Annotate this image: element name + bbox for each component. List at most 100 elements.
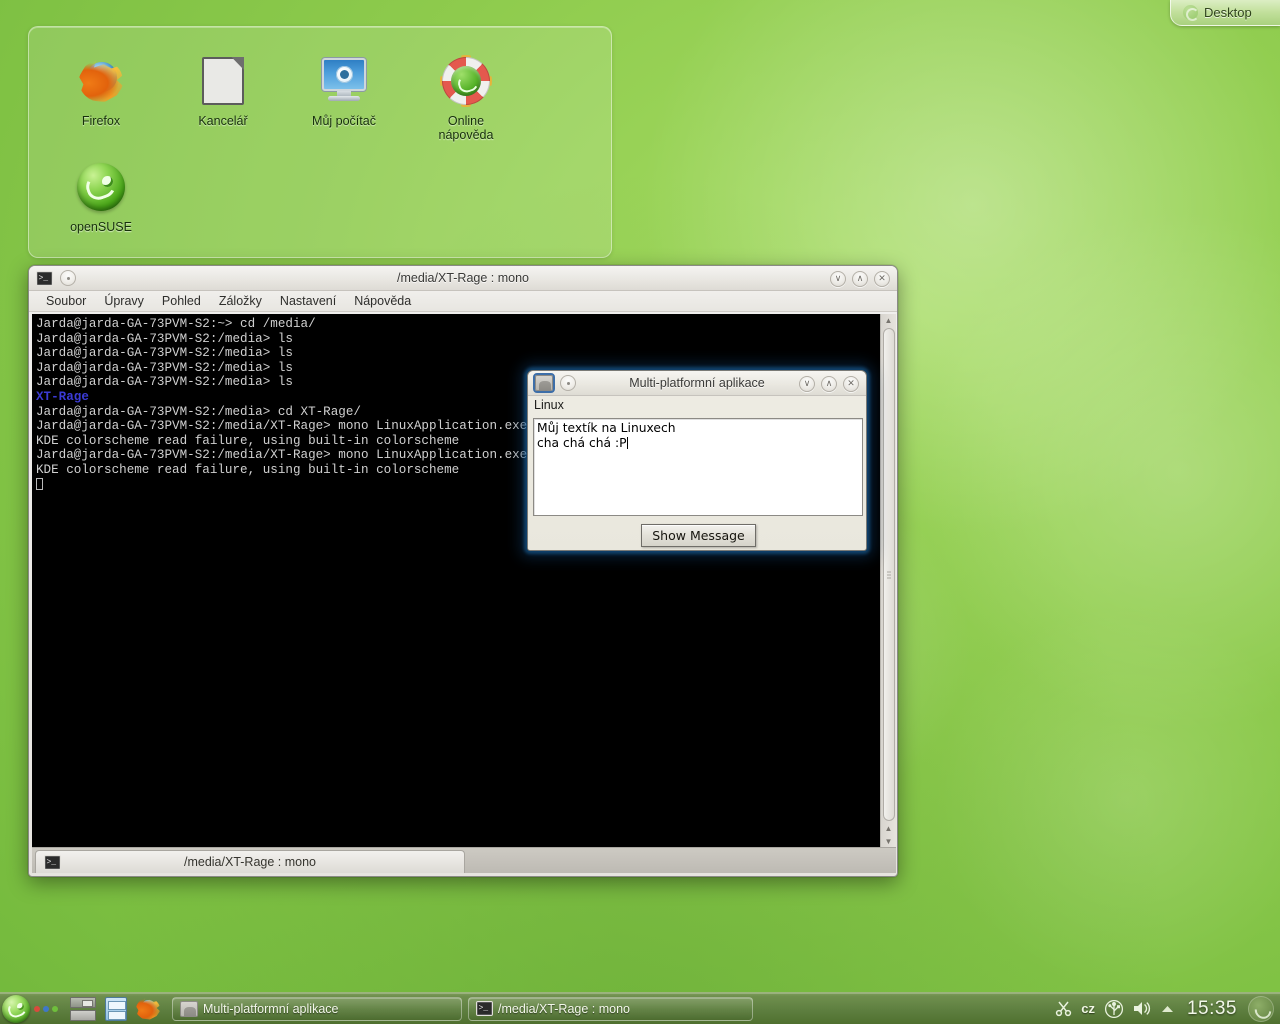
terminal-line: XT-Rage <box>36 389 89 404</box>
taskbar-panel[interactable]: Multi-platformní aplikace /media/XT-Rage… <box>0 992 1280 1024</box>
konsole-titlebar[interactable]: /media/XT-Rage : mono ∨ ∧ ✕ <box>29 266 897 291</box>
close-button[interactable]: ✕ <box>874 270 890 287</box>
desktop-icon-label: openSUSE <box>70 220 132 234</box>
konsole-icon[interactable] <box>36 270 53 286</box>
desktop-toolbox[interactable]: Desktop <box>1170 0 1280 26</box>
terminal-line: Jarda@jarda-GA-73PVM-S2:/media> cd XT-Ra… <box>36 404 361 419</box>
minimize-button[interactable]: ∨ <box>830 270 846 287</box>
activity-dot-red <box>34 1005 40 1012</box>
terminal-cursor <box>36 477 43 490</box>
online-help-icon <box>412 55 520 107</box>
terminal-line: Jarda@jarda-GA-73PVM-S2:/media/XT-Rage> … <box>36 419 528 434</box>
lock-session-icon[interactable] <box>1248 995 1274 1022</box>
volume-icon[interactable] <box>1133 1000 1152 1017</box>
textarea-line-1: Můj textík na Linuxech <box>537 421 676 435</box>
maximize-button[interactable]: ∧ <box>852 270 868 287</box>
konsole-icon <box>476 1001 493 1016</box>
sticky-dot-icon[interactable] <box>60 270 76 286</box>
desktop-icon-firefox[interactable]: Firefox <box>47 55 155 128</box>
chevron-up-icon: ∧ <box>825 378 833 388</box>
konsole-menubar[interactable]: Soubor Úpravy Pohled Záložky Nastavení N… <box>29 291 897 312</box>
tray-expand-arrow-icon[interactable] <box>1161 1004 1174 1014</box>
menu-item-napoveda[interactable]: Nápověda <box>345 292 420 310</box>
chevron-down-icon: ∨ <box>803 378 811 388</box>
terminal-line: Jarda@jarda-GA-73PVM-S2:/media/XT-Rage> … <box>36 448 528 463</box>
cashew-icon <box>1183 5 1199 21</box>
opensuse-gecko-icon <box>47 161 155 213</box>
activity-dot-green <box>52 1005 58 1012</box>
klipper-scissors-icon[interactable] <box>1055 1000 1072 1017</box>
desktop-background[interactable]: Desktop Firefox Kancelář Můj počítač Onl… <box>0 0 1280 1024</box>
pager-desktop-1[interactable] <box>70 996 96 1008</box>
digital-clock[interactable]: 15:35 <box>1183 998 1239 1020</box>
scroll-up-arrow-icon[interactable]: ▲ <box>881 314 897 327</box>
terminal-line: Jarda@jarda-GA-73PVM-S2:/media> ls <box>36 346 293 361</box>
text-caret <box>626 436 628 449</box>
terminal-line: Jarda@jarda-GA-73PVM-S2:/media> ls <box>36 360 293 375</box>
konsole-tab[interactable]: /media/XT-Rage : mono <box>35 850 465 873</box>
chevron-down-icon: ∨ <box>834 273 842 283</box>
message-textarea[interactable]: Můj textík na Linuxech cha chá chá :P <box>533 418 863 516</box>
menu-item-pohled[interactable]: Pohled <box>153 292 210 310</box>
konsole-title: /media/XT-Rage : mono <box>396 271 529 285</box>
desktop-toolbox-label: Desktop <box>1204 5 1252 20</box>
dolphin-icon <box>105 996 127 1021</box>
konsole-tab-label: /media/XT-Rage : mono <box>183 855 316 869</box>
desktop-icon-opensuse[interactable]: openSUSE <box>47 161 155 234</box>
desktop-icon-label-line1: Online <box>447 114 485 128</box>
keyboard-layout-indicator[interactable]: cz <box>1081 1001 1095 1016</box>
opensuse-kickoff-icon <box>2 994 30 1023</box>
mono-application-window[interactable]: Multi-platformní aplikace ∨ ∧ ✕ Linux Mů… <box>527 370 867 551</box>
scroll-up-arrow-icon-bottom[interactable]: ▲ <box>881 822 897 835</box>
maximize-button[interactable]: ∧ <box>821 375 837 392</box>
menu-item-soubor[interactable]: Soubor <box>37 292 95 310</box>
file-manager-launcher[interactable] <box>102 995 130 1023</box>
desktop-icon-kancelar[interactable]: Kancelář <box>169 55 277 128</box>
menu-item-zalozky[interactable]: Záložky <box>210 292 271 310</box>
terminal-scrollbar[interactable]: ▲ ▲ ▼ <box>880 314 896 848</box>
office-document-icon <box>169 55 277 107</box>
minimize-button[interactable]: ∨ <box>799 375 815 392</box>
firefox-launcher[interactable] <box>134 995 162 1023</box>
firefox-icon <box>136 997 160 1021</box>
desktop-icon-label: Kancelář <box>198 114 248 128</box>
pager-desktop-2[interactable] <box>70 1009 96 1021</box>
mono-app-icon[interactable] <box>533 373 555 393</box>
terminal-line: Jarda@jarda-GA-73PVM-S2:/media> ls <box>36 375 293 390</box>
close-button[interactable]: ✕ <box>843 375 859 392</box>
show-message-button[interactable]: Show Message <box>641 524 756 547</box>
konsole-tabbar[interactable]: /media/XT-Rage : mono <box>32 847 896 873</box>
activity-dot-blue <box>43 1005 49 1012</box>
menu-item-upravy[interactable]: Úpravy <box>95 292 153 310</box>
konsole-window[interactable]: /media/XT-Rage : mono ∨ ∧ ✕ Soubor Úprav… <box>28 265 898 877</box>
taskbar-button-mono-app[interactable]: Multi-platformní aplikace <box>172 996 462 1021</box>
close-icon: ✕ <box>847 378 855 388</box>
sticky-dot-icon[interactable] <box>560 375 576 391</box>
textarea-line-2: cha chá chá :P <box>537 435 627 450</box>
taskbar-button-konsole[interactable]: /media/XT-Rage : mono <box>468 996 753 1021</box>
my-computer-icon <box>290 55 398 107</box>
desktop-folder-view[interactable]: Firefox Kancelář Můj počítač Online nápo… <box>28 26 612 258</box>
chevron-up-icon: ∧ <box>856 273 864 283</box>
terminal-line: Jarda@jarda-GA-73PVM-S2:~> cd /media/ <box>36 317 316 331</box>
scrollbar-thumb[interactable] <box>882 328 895 821</box>
close-icon: ✕ <box>878 273 886 283</box>
desktop-icon-label: Můj počítač <box>312 114 376 128</box>
desktop-pager[interactable] <box>70 996 96 1021</box>
mono-app-icon <box>180 1000 198 1017</box>
desktop-icon-my-computer[interactable]: Můj počítač <box>290 55 398 128</box>
usb-device-icon[interactable] <box>1104 999 1124 1019</box>
menu-item-nastaveni[interactable]: Nastavení <box>271 292 345 310</box>
activity-indicator[interactable] <box>34 1005 58 1012</box>
kickoff-application-launcher[interactable] <box>0 993 32 1024</box>
terminal-line: Jarda@jarda-GA-73PVM-S2:/media> ls <box>36 331 293 346</box>
desktop-icon-online-help[interactable]: Online nápověda <box>412 55 520 142</box>
dialog-titlebar[interactable]: Multi-platformní aplikace ∨ ∧ ✕ <box>528 371 866 396</box>
system-tray[interactable]: cz 15:35 <box>1055 995 1280 1022</box>
terminal-line: KDE colorscheme read failure, using buil… <box>36 462 460 477</box>
desktop-icon-label-line2: nápověda <box>438 128 494 142</box>
taskbar-button-label: /media/XT-Rage : mono <box>498 1001 631 1016</box>
taskbar-button-label: Multi-platformní aplikace <box>203 1001 339 1016</box>
platform-label: Linux <box>534 398 564 412</box>
desktop-icon-label: Firefox <box>81 114 121 128</box>
